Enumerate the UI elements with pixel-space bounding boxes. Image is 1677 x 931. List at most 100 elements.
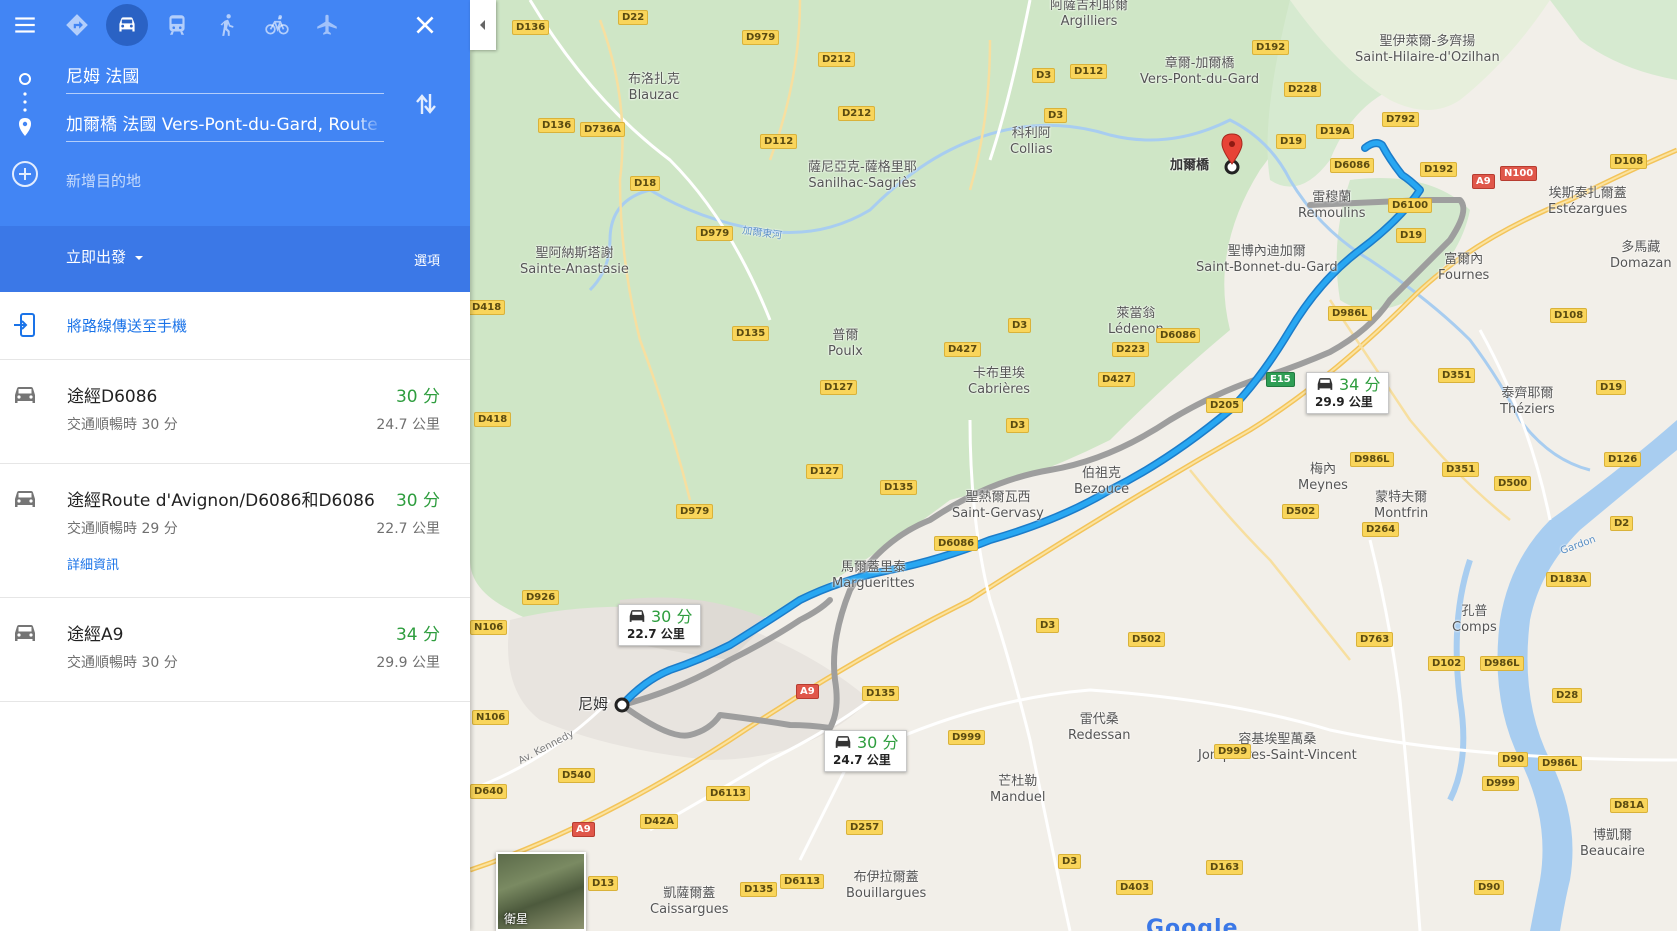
destination-field[interactable]: 加爾橋 法國 Vers-Pont-du-Gard, Route d [66, 112, 384, 142]
car-icon [15, 625, 35, 641]
road-shield: D108 [1610, 154, 1648, 169]
place-label[interactable]: 凱薩爾蓋 Caissargues [650, 886, 729, 918]
place-label[interactable]: 芒杜勒 Manduel [990, 774, 1046, 806]
menu-button[interactable] [4, 4, 46, 46]
options-button[interactable]: 選項 [414, 250, 440, 269]
mode-cycling-button[interactable] [256, 4, 298, 46]
road-shield: D212 [838, 106, 876, 121]
road-shield: D135 [862, 686, 900, 701]
close-directions-button[interactable] [404, 4, 446, 46]
mode-best-button[interactable] [56, 4, 98, 46]
mode-driving-button[interactable] [106, 4, 148, 46]
add-icon[interactable] [11, 160, 39, 188]
road-shield: D42A [640, 814, 678, 829]
road-shield: D212 [818, 52, 856, 67]
place-label[interactable]: 尼姆 [578, 696, 608, 712]
road-shield: D792 [1382, 112, 1420, 127]
place-label[interactable]: 梅內 Meynes [1298, 462, 1348, 494]
road-shield: D986L [1328, 306, 1372, 321]
send-to-phone-link[interactable]: 將路線傳送至手機 [67, 315, 187, 336]
place-label[interactable]: 加爾橋 [1170, 158, 1209, 174]
place-label[interactable]: 博凱爾 Beaucaire [1580, 828, 1645, 860]
route-option[interactable]: 途經D6086 30 分 交通順暢時 30 分 24.7 公里 [0, 360, 470, 464]
place-label[interactable]: 雷代桑 Redessan [1068, 712, 1130, 744]
place-label[interactable]: 雷穆蘭 Remoulins [1298, 190, 1366, 222]
collapse-panel-button[interactable] [470, 0, 496, 50]
road-shield: D502 [1128, 632, 1166, 647]
road-shield: D6100 [1388, 198, 1433, 213]
route-details-link[interactable]: 詳細資訊 [67, 554, 119, 573]
satellite-toggle[interactable]: 衛星 [496, 852, 586, 931]
route-time-bubble[interactable]: 30 分 24.7 公里 [824, 730, 908, 772]
place-label[interactable]: 埃斯泰扎爾蓋 Estézargues [1548, 186, 1627, 218]
mode-transit-button[interactable] [156, 4, 198, 46]
road-shield: D81A [1610, 798, 1648, 813]
add-destination[interactable]: 新增目的地 [66, 170, 141, 191]
road-shield: D136 [538, 118, 576, 133]
route-distance: 29.9 公里 [376, 655, 440, 671]
road-shield: D3 [1044, 108, 1068, 123]
road-shield: D999 [1482, 776, 1520, 791]
road-shield: D127 [806, 464, 844, 479]
maps-app: 尼姆 法國 加爾橋 法國 Vers-Pont-du-Gard, Route d … [0, 0, 1677, 931]
origin-field[interactable]: 尼姆 法國 [66, 64, 384, 94]
swap-icon[interactable] [414, 90, 438, 118]
place-label[interactable]: 馬爾蓋里泰 Marguerittes [832, 560, 915, 592]
road-shield: D6086 [1156, 328, 1201, 343]
place-label[interactable]: 孔普 Comps [1452, 604, 1497, 636]
place-label[interactable]: 聖阿納斯塔謝 Sainte-Anastasie [520, 246, 629, 278]
place-label[interactable]: 布伊拉爾蓋 Bouillargues [846, 870, 926, 902]
road-shield: D418 [470, 300, 506, 315]
bubble-distance: 29.9 公里 [1315, 395, 1373, 409]
place-label[interactable]: 多馬藏 Domazan [1610, 240, 1672, 272]
mode-walking-button[interactable] [206, 4, 248, 46]
bubble-time: 30 分 [651, 607, 693, 626]
place-label[interactable]: 章爾-加爾橋 Vers-Pont-du-Gard [1140, 56, 1259, 88]
road-shield: D223 [1112, 342, 1150, 357]
send-to-phone-row[interactable]: 將路線傳送至手機 [0, 292, 470, 360]
route-name: 途經D6086 [67, 387, 158, 407]
route-option[interactable]: 途經Route d'Avignon/D6086和D6086 30 分 交通順暢時… [0, 464, 470, 598]
road-shield: D205 [1206, 398, 1244, 413]
place-label[interactable]: 科利阿 Collias [1010, 126, 1053, 158]
route-time-bubble[interactable]: 30 分 22.7 公里 [618, 604, 702, 646]
route-time-bubble[interactable]: 34 分 29.9 公里 [1306, 372, 1390, 414]
menu-icon [15, 17, 35, 33]
car-icon [1317, 378, 1333, 390]
mode-flight-button[interactable] [306, 4, 348, 46]
origin-value: 尼姆 法國 [66, 67, 140, 87]
road-shield: D28 [1552, 688, 1583, 703]
place-label[interactable]: 阿薩吉利耶爾 Argilliers [1050, 0, 1128, 30]
place-label[interactable]: 富爾內 Fournes [1438, 252, 1489, 284]
car-icon [119, 17, 135, 32]
place-label[interactable]: 伯祖克 Bezouce [1074, 466, 1129, 498]
road-shield: D112 [760, 134, 798, 149]
send-to-phone-icon [14, 313, 35, 337]
depart-time-dropdown[interactable]: 立即出發 [66, 246, 144, 267]
place-label[interactable]: 聖熱爾瓦西 Saint-Gervasy [952, 490, 1044, 522]
close-icon [416, 16, 434, 34]
road-shield: D22 [618, 10, 649, 25]
place-label[interactable]: 泰齊耶爾 Théziers [1500, 386, 1555, 418]
road-shield: D3 [1058, 854, 1082, 869]
road-shield: D183A [1546, 572, 1591, 587]
road-shield: D13 [588, 876, 619, 891]
place-label[interactable]: 聖博內迪加爾 Saint-Bonnet-du-Gard [1196, 244, 1338, 276]
road-shield: D135 [740, 882, 778, 897]
route-option[interactable]: 途經A9 34 分 交通順暢時 30 分 29.9 公里 [0, 598, 470, 702]
road-shield: D979 [742, 30, 780, 45]
place-label[interactable]: 薩尼亞克-薩格里耶 Sanilhac-Sagriès [808, 160, 917, 192]
map-canvas[interactable]: 阿薩吉利耶爾 Argilliers 章爾-加爾橋 Vers-Pont-du-Gard… [470, 0, 1677, 931]
road-shield: D163 [1206, 860, 1244, 875]
directions-panel: 尼姆 法國 加爾橋 法國 Vers-Pont-du-Gard, Route d … [0, 0, 470, 931]
route-time: 34 分 [395, 625, 440, 645]
road-shield: A9 [1472, 174, 1495, 189]
place-label[interactable]: 布洛扎克 Blauzac [628, 72, 680, 104]
place-label[interactable]: 普爾 Poulx [828, 328, 863, 360]
road-shield: D3 [1006, 418, 1030, 433]
place-label[interactable]: 蒙特夫爾 Montfrin [1374, 490, 1428, 522]
road-shield: N100 [1500, 166, 1538, 181]
place-label[interactable]: 聖伊萊爾-多齊揚 Saint-Hilaire-d'Ozilhan [1355, 34, 1500, 66]
road-shield: D19 [1596, 380, 1627, 395]
place-label[interactable]: 卡布里埃 Cabrières [968, 366, 1030, 398]
